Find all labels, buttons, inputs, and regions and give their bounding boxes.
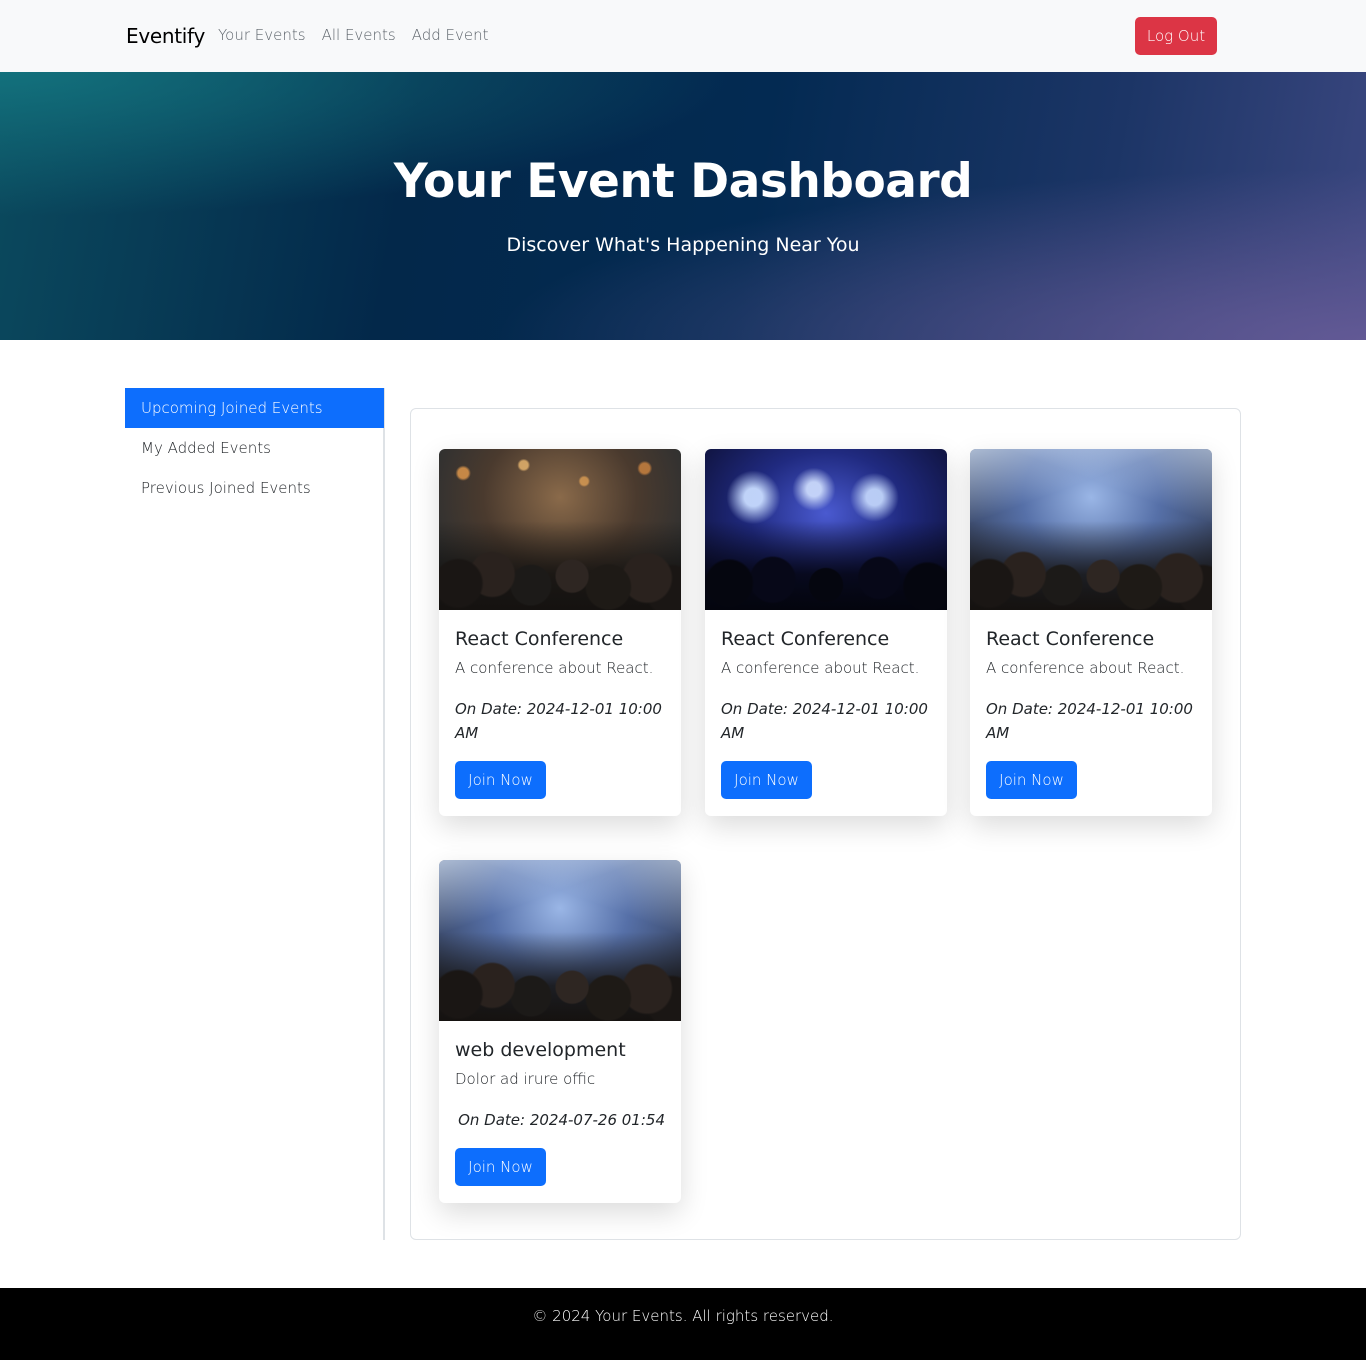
navbar: Eventify Your Events All Events Add Even…: [0, 0, 1366, 72]
event-description: A conference about React.: [721, 659, 920, 677]
sidebar: Upcoming Joined Events My Added Events P…: [125, 388, 385, 1240]
card-body: React Conference A conference about Reac…: [439, 610, 681, 815]
hero-subtitle: Discover What's Happening Near You: [506, 234, 860, 256]
sidebar-item-previous-joined-events[interactable]: Previous Joined Events: [125, 468, 383, 508]
card-body: React Conference A conference about Reac…: [970, 610, 1212, 815]
event-title: React Conference: [986, 628, 1155, 650]
sidebar-item-my-added-events[interactable]: My Added Events: [125, 428, 383, 468]
event-card: React Conference A conference about Reac…: [439, 449, 681, 816]
event-title: web development: [455, 1039, 626, 1061]
hero-banner: Your Event Dashboard Discover What's Hap…: [0, 72, 1366, 340]
crowd-silhouette: [705, 521, 947, 610]
event-image: [439, 449, 681, 610]
brand-logo[interactable]: Eventify: [126, 24, 205, 48]
crowd-silhouette: [439, 521, 681, 610]
sidebar-item-upcoming-joined-events[interactable]: Upcoming Joined Events: [125, 388, 384, 428]
event-title: React Conference: [455, 628, 624, 650]
nav-link-your-events[interactable]: Your Events: [218, 26, 306, 44]
event-date: On Date: 2024-12-01 10:00 AM: [721, 700, 928, 742]
event-card: web development Dolor ad irure offic On …: [439, 860, 681, 1203]
event-title: React Conference: [721, 628, 890, 650]
crowd-silhouette: [970, 521, 1212, 610]
join-now-button[interactable]: Join Now: [455, 761, 546, 799]
event-image: [705, 449, 947, 610]
logout-button[interactable]: Log Out: [1135, 17, 1217, 55]
event-date: On Date: 2024-12-01 10:00 AM: [986, 700, 1193, 742]
event-date: On Date: 2024-07-26 01:54: [458, 1111, 665, 1129]
join-now-button[interactable]: Join Now: [455, 1148, 546, 1186]
events-panel: React Conference A conference about Reac…: [410, 408, 1241, 1240]
event-image: [970, 449, 1212, 610]
event-image: [439, 860, 681, 1021]
event-card: React Conference A conference about Reac…: [970, 449, 1212, 816]
join-now-button[interactable]: Join Now: [721, 761, 812, 799]
hero-title: Your Event Dashboard: [393, 154, 973, 209]
nav-link-all-events[interactable]: All Events: [322, 26, 396, 44]
card-body: web development Dolor ad irure offic On …: [439, 1021, 681, 1202]
event-card: React Conference A conference about Reac…: [705, 449, 947, 816]
event-description: A conference about React.: [986, 659, 1185, 677]
footer: © 2024 Your Events. All rights reserved.: [0, 1288, 1366, 1360]
event-description: A conference about React.: [455, 659, 654, 677]
event-description: Dolor ad irure offic: [455, 1070, 596, 1088]
event-date: On Date: 2024-12-01 10:00 AM: [455, 700, 662, 742]
nav-link-add-event[interactable]: Add Event: [412, 26, 489, 44]
crowd-silhouette: [439, 932, 681, 1021]
join-now-button[interactable]: Join Now: [986, 761, 1077, 799]
nav-links: Your Events All Events Add Event: [218, 26, 489, 44]
card-body: React Conference A conference about Reac…: [705, 610, 947, 815]
